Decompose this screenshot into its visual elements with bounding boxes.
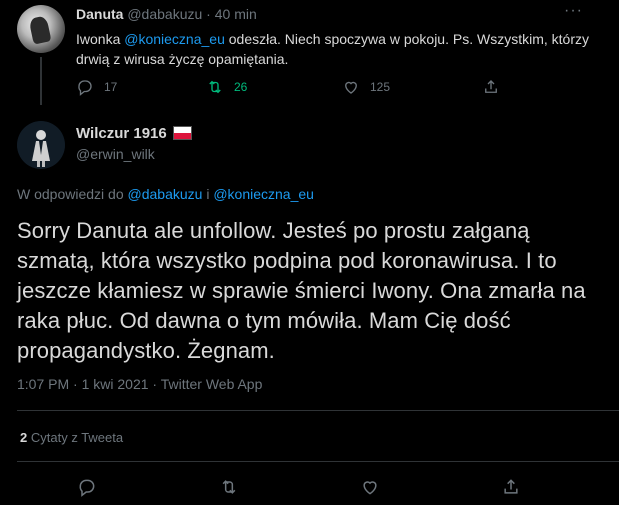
share-button[interactable]	[501, 477, 521, 502]
retweet-button[interactable]	[219, 477, 239, 502]
quote-label: Cytaty z Tweeta	[30, 430, 124, 445]
divider	[17, 461, 619, 462]
tweet-text: Sorry Danuta ale unfollow. Jesteś po pro…	[17, 218, 586, 363]
like-icon	[363, 481, 377, 495]
retweet-icon	[222, 480, 236, 494]
reply-context: W odpowiedzi do @dabakuzu i @konieczna_e…	[17, 186, 314, 202]
reply-icon	[78, 80, 92, 96]
avatar-image	[17, 121, 65, 169]
more-icon[interactable]: ···	[564, 2, 583, 20]
avatar[interactable]	[17, 5, 65, 53]
tweet-meta[interactable]: 1:07 PM · 1 kwi 2021 · Twitter Web App	[17, 376, 262, 392]
quote-count: 2	[20, 430, 28, 445]
divider	[17, 410, 619, 411]
parent-tweet[interactable]: Danuta @dabakuzu · 40 min ··· Iwonka @ko…	[0, 0, 619, 106]
share-icon	[504, 479, 518, 494]
share-button[interactable]	[482, 78, 500, 96]
share-icon	[485, 80, 497, 93]
tweet-text-prefix: Iwonka	[76, 31, 125, 47]
poland-flag-icon	[173, 126, 192, 140]
reply-prefix: W odpowiedzi do	[17, 186, 128, 202]
like-button[interactable]: 125	[342, 78, 390, 96]
tweet-actions	[0, 477, 619, 499]
display-name[interactable]: Danuta	[76, 6, 123, 22]
handle[interactable]: @erwin_wilk	[76, 146, 155, 162]
quote-tweets-link[interactable]: 2 Cytaty z Tweeta	[20, 430, 123, 445]
tweet-actions: 17 26 125	[76, 78, 516, 98]
thread-line	[40, 57, 42, 105]
like-button[interactable]	[360, 477, 380, 502]
tweet-header: Danuta @dabakuzu · 40 min	[76, 6, 257, 22]
avatar[interactable]	[17, 121, 65, 169]
retweet-count: 26	[234, 80, 248, 94]
retweet-icon	[209, 80, 221, 94]
mention-link[interactable]: @konieczna_eu	[124, 31, 225, 47]
display-name[interactable]: Wilczur 1916	[76, 125, 167, 142]
like-icon	[345, 81, 357, 94]
dot-separator: ·	[206, 6, 211, 22]
like-count: 125	[370, 80, 391, 94]
reply-count: 17	[104, 80, 118, 94]
mention-link[interactable]: @konieczna_eu	[213, 186, 314, 202]
reply-button[interactable]: 17	[76, 78, 117, 96]
retweet-button[interactable]: 26	[206, 78, 247, 96]
reply-icon	[79, 479, 95, 497]
mention-link[interactable]: @dabakuzu	[128, 186, 203, 202]
timestamp[interactable]: 40 min	[215, 6, 257, 22]
reply-and: i	[202, 186, 214, 202]
tweet-text: Iwonka @konieczna_eu odeszła. Niech spoc…	[76, 29, 596, 69]
reply-button[interactable]	[77, 477, 97, 502]
handle[interactable]: @dabakuzu	[127, 6, 202, 22]
